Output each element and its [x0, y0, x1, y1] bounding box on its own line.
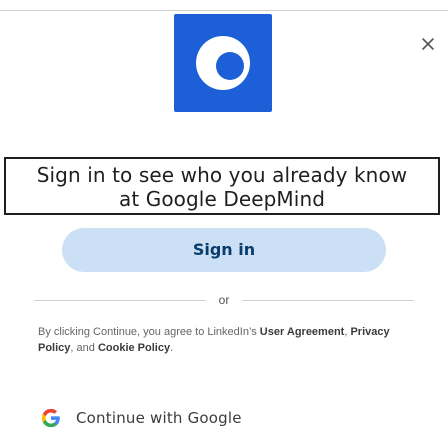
legal-suffix: .	[170, 342, 174, 354]
sign-in-headline: Sign in to see who you already know at G…	[4, 157, 440, 215]
legal-notice: By clicking Continue, you agree to Linke…	[38, 324, 418, 356]
sign-in-button[interactable]: Sign in	[62, 228, 386, 272]
user-agreement-link[interactable]: User Agreement	[260, 326, 345, 338]
legal-prefix: By clicking Continue, you agree to Linke…	[38, 326, 260, 338]
or-divider: or	[34, 292, 414, 308]
divider-line-right	[242, 300, 414, 301]
sign-in-modal: Sign in to see who you already know at G…	[0, 0, 448, 448]
cookie-policy-link[interactable]: Cookie Policy	[98, 342, 170, 354]
top-divider-bar	[0, 0, 448, 11]
headline-line-1: Sign in to see who you already know	[36, 163, 408, 187]
headline-line-2: at Google DeepMind	[118, 187, 326, 211]
continue-with-google-button[interactable]: Continue with Google	[38, 396, 418, 440]
legal-sep-2: , and	[70, 342, 98, 354]
close-icon	[422, 38, 434, 50]
continue-with-google-label: Continue with Google	[76, 409, 242, 427]
company-logo-icon	[174, 14, 272, 112]
close-button[interactable]	[418, 34, 438, 54]
google-icon	[40, 407, 62, 429]
